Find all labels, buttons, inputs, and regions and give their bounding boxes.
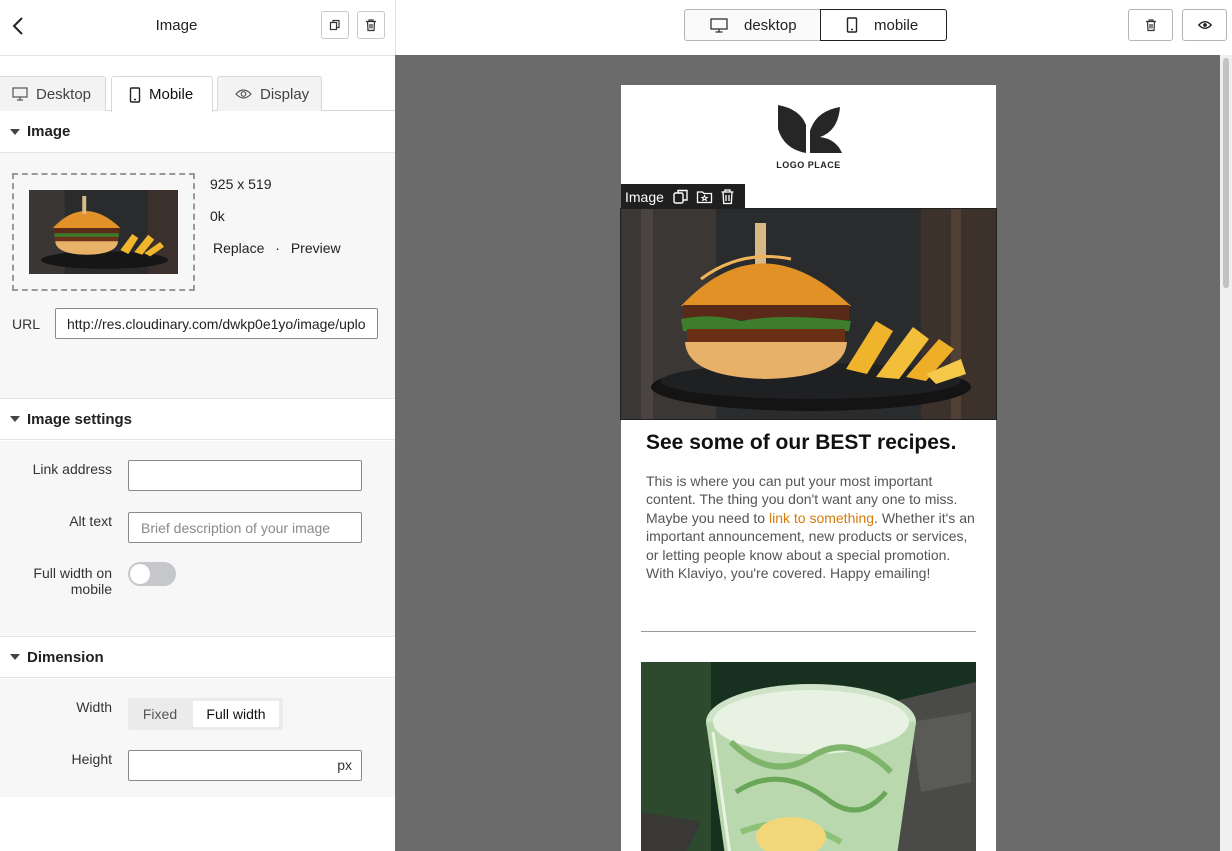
width-label: Width — [76, 699, 112, 715]
eye-icon — [1197, 21, 1212, 29]
action-separator: · — [275, 240, 280, 256]
full-width-mobile-toggle[interactable] — [128, 562, 176, 586]
width-mode-selector: Fixed Full width — [128, 698, 283, 730]
tab-mobile[interactable]: Mobile — [111, 76, 213, 112]
image-thumbnail — [29, 190, 178, 274]
desktop-view-button[interactable]: desktop — [684, 9, 821, 41]
image-section-title: Image — [27, 123, 71, 140]
full-width-mobile-label: Full width on mobile — [33, 565, 112, 597]
tab-mobile-label: Mobile — [149, 86, 194, 103]
image-settings-header[interactable]: Image settings — [0, 398, 395, 440]
body-inline-link[interactable]: link to something — [769, 510, 874, 526]
caret-down-icon — [10, 416, 20, 422]
email-body-text[interactable]: This is where you can put your most impo… — [646, 472, 976, 582]
scrollbar-thumb[interactable] — [1223, 58, 1229, 288]
block-type-label: Image — [625, 188, 664, 205]
dimension-header[interactable]: Dimension — [0, 636, 395, 678]
link-address-input[interactable] — [128, 460, 362, 491]
image-file-size: 0k — [210, 208, 225, 224]
delete-button[interactable] — [357, 11, 385, 39]
tab-desktop-label: Desktop — [36, 85, 92, 103]
replace-link[interactable]: Replace — [213, 240, 264, 256]
delete-block-button[interactable] — [1128, 9, 1173, 41]
image-dimensions: 925 x 519 — [210, 176, 272, 192]
desktop-view-label: desktop — [744, 16, 797, 34]
link-address-label: Link address — [32, 461, 112, 477]
eye-icon — [235, 89, 252, 99]
sidebar-header: Image — [0, 0, 395, 56]
url-label: URL — [12, 316, 41, 332]
tab-display-label: Display — [260, 85, 310, 103]
trash-icon — [366, 19, 376, 32]
image-settings-body: Link address Alt text Full width on mobi… — [0, 441, 395, 637]
trash-icon — [721, 189, 734, 205]
caret-down-icon — [10, 128, 20, 135]
preview-toolbar: desktop mobile — [396, 0, 1232, 55]
folder-star-icon — [696, 191, 713, 204]
copy-icon — [329, 19, 340, 31]
email-canvas: LOGO PLACE Image See some of our BEST re… — [395, 55, 1232, 851]
alt-text-label: Alt text — [69, 513, 112, 529]
dimension-body: Width Fixed Full width Height px — [0, 679, 395, 797]
toggle-knob — [130, 564, 150, 584]
alt-text-input[interactable] — [128, 512, 362, 543]
leaf-logo-icon — [777, 105, 842, 153]
tab-desktop[interactable]: Desktop — [0, 76, 106, 111]
trash-icon — [1145, 19, 1156, 32]
height-input[interactable] — [128, 750, 362, 781]
image-section-body: 925 x 519 0k Replace · Preview URL — [0, 153, 395, 399]
drink-image[interactable] — [641, 662, 976, 851]
monitor-icon — [710, 17, 728, 33]
width-fixed-option[interactable]: Fixed — [132, 701, 188, 727]
caret-down-icon — [10, 654, 20, 660]
image-actions: Replace · Preview — [213, 240, 341, 256]
preview-button[interactable] — [1182, 9, 1227, 41]
phone-icon — [129, 86, 141, 103]
image-section-header[interactable]: Image — [0, 111, 395, 153]
copy-icon — [673, 189, 688, 204]
email-preview: LOGO PLACE Image See some of our BEST re… — [620, 85, 997, 851]
width-full-option[interactable]: Full width — [193, 701, 279, 727]
tab-display[interactable]: Display — [217, 76, 322, 111]
preview-link[interactable]: Preview — [291, 240, 341, 256]
email-divider[interactable] — [641, 631, 976, 632]
image-settings-title: Image settings — [27, 410, 133, 428]
height-label: Height — [71, 751, 112, 767]
phone-icon — [846, 17, 858, 33]
mobile-view-button[interactable]: mobile — [820, 9, 947, 41]
logo-text: LOGO PLACE — [776, 160, 841, 170]
block-toolbar: Image — [621, 184, 745, 209]
editor-sidebar: Image Desktop Mobile Display Image 925 x… — [0, 0, 396, 851]
mobile-view-label: mobile — [874, 16, 919, 34]
image-drop-zone[interactable] — [12, 173, 195, 291]
logo-block[interactable]: LOGO PLACE — [621, 103, 996, 170]
duplicate-button[interactable] — [321, 11, 349, 39]
dimension-title: Dimension — [27, 648, 104, 666]
duplicate-block-button[interactable] — [672, 188, 689, 205]
height-field: px — [128, 750, 362, 781]
email-heading[interactable]: See some of our BEST recipes. — [646, 431, 956, 455]
device-tabs: Desktop Mobile Display — [0, 76, 396, 112]
hero-image-selected[interactable] — [620, 208, 997, 420]
save-block-button[interactable] — [696, 188, 713, 205]
image-url-input[interactable] — [55, 308, 378, 339]
monitor-icon — [12, 87, 28, 101]
height-unit: px — [337, 757, 352, 773]
canvas-scrollbar[interactable] — [1220, 55, 1232, 851]
delete-block-inline-button[interactable] — [720, 188, 735, 205]
